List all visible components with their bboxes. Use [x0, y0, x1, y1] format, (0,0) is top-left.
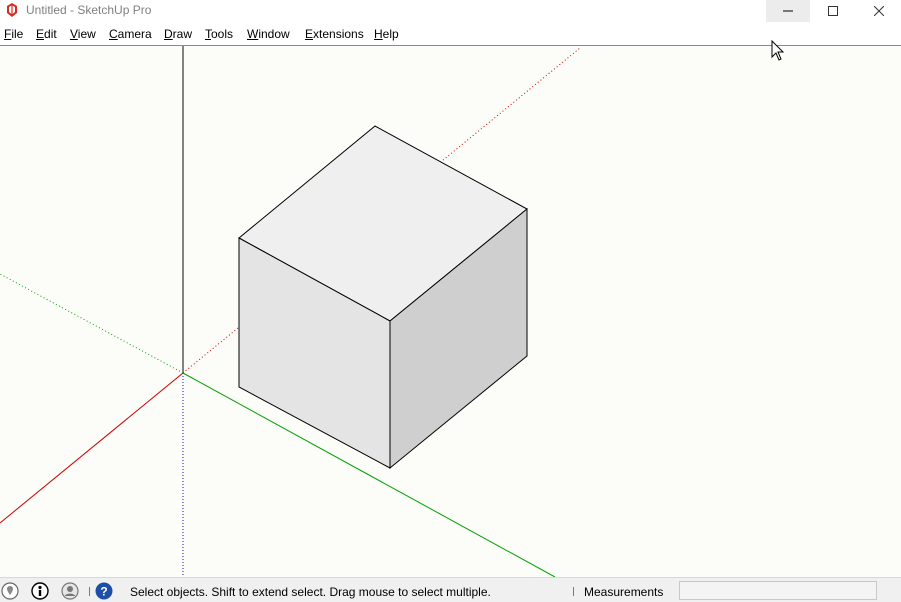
menu-window[interactable]: Window: [247, 27, 290, 41]
minimize-icon: [783, 10, 793, 12]
help-icon[interactable]: ?: [95, 582, 113, 600]
model-viewport[interactable]: [0, 46, 901, 577]
menu-edit[interactable]: Edit: [36, 27, 57, 41]
mouse-cursor-icon: [771, 40, 785, 61]
menu-view[interactable]: View: [70, 27, 96, 41]
menu-file[interactable]: File: [4, 27, 23, 41]
menu-tools[interactable]: Tools: [205, 27, 233, 41]
geo-location-icon[interactable]: [1, 582, 19, 600]
status-separator: [573, 587, 574, 596]
maximize-button[interactable]: [811, 0, 855, 22]
menu-help[interactable]: Help: [374, 27, 399, 41]
red-axis: [0, 372, 184, 524]
menu-camera[interactable]: Camera: [109, 27, 152, 41]
user-account-icon[interactable]: [61, 582, 79, 600]
measurements-label: Measurements: [584, 585, 664, 599]
minimize-button[interactable]: [766, 0, 810, 22]
status-message: Select objects. Shift to extend select. …: [130, 585, 491, 599]
green-axis-negative: [0, 273, 184, 374]
maximize-icon: [828, 6, 838, 16]
menu-bar: File Edit View Camera Draw Tools Window …: [0, 24, 901, 46]
status-separator: [89, 587, 90, 596]
cube-model[interactable]: [238, 125, 528, 470]
measurements-input[interactable]: [679, 581, 877, 600]
window-title: Untitled - SketchUp Pro: [26, 3, 152, 17]
sketchup-icon: [7, 3, 17, 17]
sketchup-window: Untitled - SketchUp Pro File Edit View C…: [0, 0, 901, 602]
menu-draw[interactable]: Draw: [164, 27, 192, 41]
viewport-canvas[interactable]: [0, 46, 901, 577]
menu-extensions[interactable]: Extensions: [305, 27, 364, 41]
status-bar: ? Select objects. Shift to extend select…: [0, 577, 901, 602]
close-icon: [874, 6, 884, 16]
svg-text:?: ?: [100, 585, 107, 599]
title-bar: Untitled - SketchUp Pro: [0, 0, 901, 22]
close-button[interactable]: [857, 0, 901, 22]
credits-icon[interactable]: [31, 582, 49, 600]
